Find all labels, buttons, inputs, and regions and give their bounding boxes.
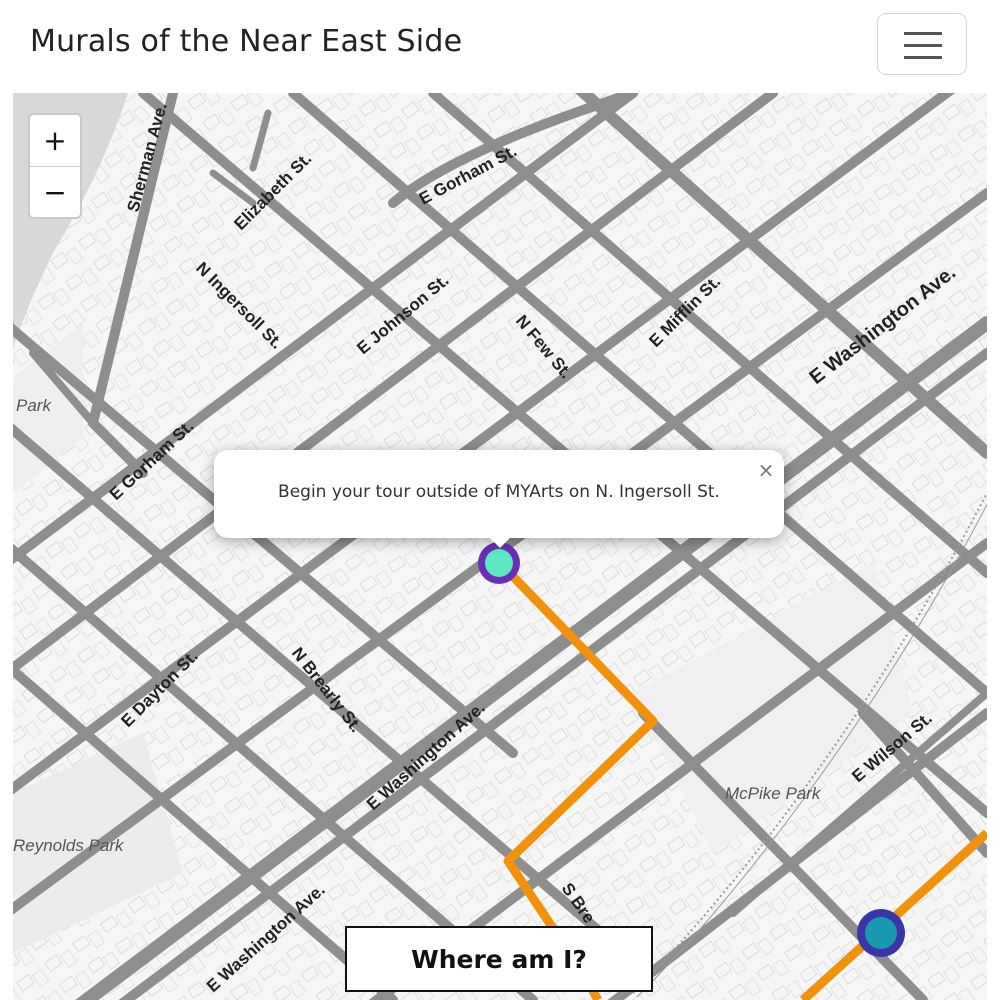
tour-start-marker[interactable] [478,542,520,584]
zoom-in-button[interactable]: + [30,115,80,166]
where-am-i-button[interactable]: Where am I? [345,926,653,992]
zoom-control: + − [28,113,82,219]
tour-stop-marker[interactable] [857,909,905,957]
menu-button[interactable] [877,13,967,75]
zoom-out-button[interactable]: − [30,166,80,217]
park-label: Park [16,396,52,415]
map-popup: Begin your tour outside of MYArts on N. … [214,450,784,548]
park-label-mcpike: McPike Park [725,784,822,803]
page-title: Murals of the Near East Side [30,24,463,59]
popup-tip [488,536,512,548]
park-label-reynolds: Reynolds Park [13,836,125,855]
top-bar: Murals of the Near East Side [0,0,1000,92]
close-icon[interactable]: × [752,456,780,484]
popup-text: Begin your tour outside of MYArts on N. … [278,482,720,502]
